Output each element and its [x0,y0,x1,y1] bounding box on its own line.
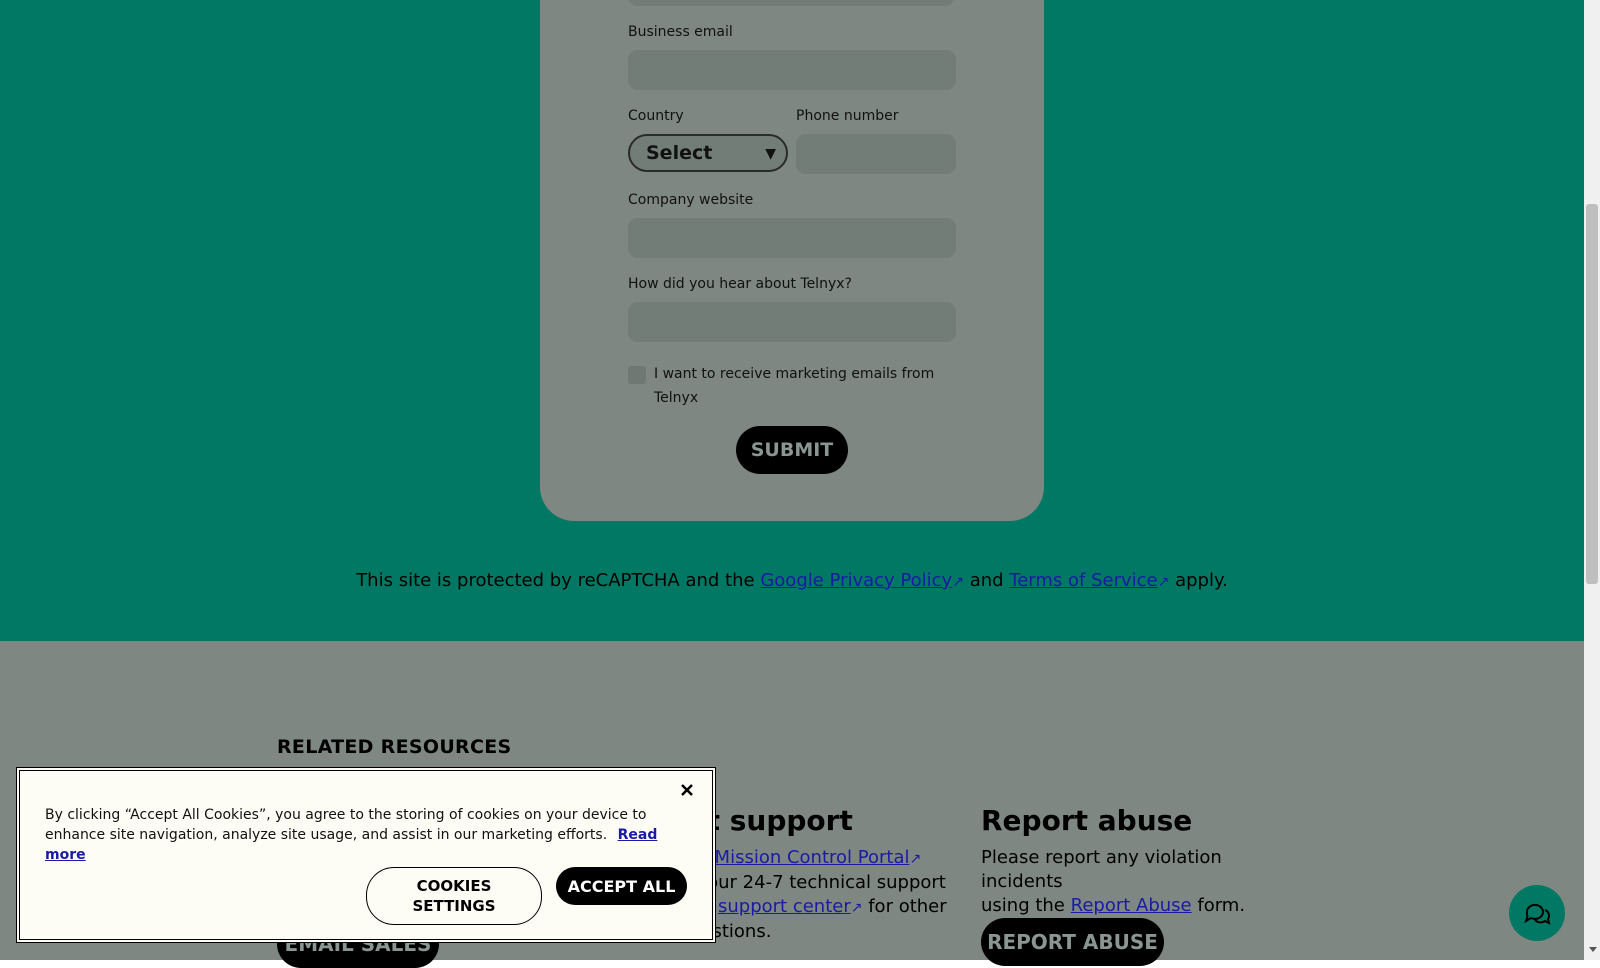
terms-of-service-link[interactable]: Terms of Service [1009,570,1157,591]
cookie-consent-text: By clicking “Accept All Cookies”, you ag… [45,805,685,865]
report-abuse-heading: Report abuse [981,804,1193,837]
country-select[interactable]: Select ▼ [628,134,788,172]
company-website-label: Company website [628,192,754,208]
phone-number-label: Phone number [796,108,899,124]
accept-all-button[interactable]: ACCEPT ALL [556,867,687,905]
external-link-icon: ↗ [952,574,964,590]
mission-control-portal-link[interactable]: Mission Control Portal [715,847,910,868]
external-link-icon: ↗ [850,900,863,916]
recaptcha-and: and [969,570,1004,591]
external-link-icon: ↗ [909,851,922,867]
report-abuse-button[interactable]: REPORT ABUSE [981,918,1164,966]
close-icon[interactable] [675,778,699,802]
cookie-message: By clicking “Accept All Cookies”, you ag… [45,807,647,843]
cookies-settings-button[interactable]: COOKIES SETTINGS [366,867,542,925]
report-abuse-link[interactable]: Report Abuse [1071,895,1192,916]
phone-number-input[interactable] [796,134,956,174]
report-abuse-text: Please report any violation incidents us… [981,846,1301,918]
scrollbar-thumb[interactable] [1586,204,1598,584]
country-select-value: Select [646,142,713,164]
support-text-line3: for other [868,896,947,917]
cookie-consent-banner: By clicking “Accept All Cookies”, you ag… [16,767,716,943]
business-email-input[interactable] [628,50,956,90]
company-website-input[interactable] [628,218,956,258]
caret-down-icon: ▼ [765,146,776,162]
external-link-icon: ↗ [1157,574,1170,590]
recaptcha-prefix: This site is protected by reCAPTCHA and … [356,570,755,591]
recaptcha-notice: This site is protected by reCAPTCHA and … [0,570,1584,591]
report-text-line1: Please report any violation incidents [981,847,1222,892]
report-text-suffix: form. [1197,895,1246,916]
marketing-emails-label: I want to receive marketing emails from … [654,366,935,406]
related-resources-title: RELATED RESOURCES [277,736,512,758]
cookies-settings-line1: COOKIES [416,877,492,895]
support-center-link[interactable]: support center [718,896,851,917]
support-text-line2: h our 24-7 technical support [690,872,946,893]
country-label: Country [628,108,684,124]
business-email-label: Business email [628,24,733,40]
marketing-emails-checkbox[interactable] [628,366,646,384]
chat-icon [1524,903,1551,925]
report-text-prefix: using the [981,895,1065,916]
scroll-down-arrow-icon[interactable] [1589,947,1597,952]
cookies-settings-line2: SETTINGS [412,897,496,915]
submit-button[interactable]: SUBMIT [736,426,848,474]
hear-about-input[interactable] [628,302,956,342]
direct-support-text: ur Mission Control Portal↗ h our 24-7 te… [690,846,960,944]
previous-input-field[interactable] [628,0,955,6]
google-privacy-policy-link[interactable]: Google Privacy Policy [760,570,952,591]
recaptcha-suffix: apply. [1175,570,1228,591]
chat-widget-button[interactable] [1509,885,1565,941]
hear-about-label: How did you hear about Telnyx? [628,276,852,292]
